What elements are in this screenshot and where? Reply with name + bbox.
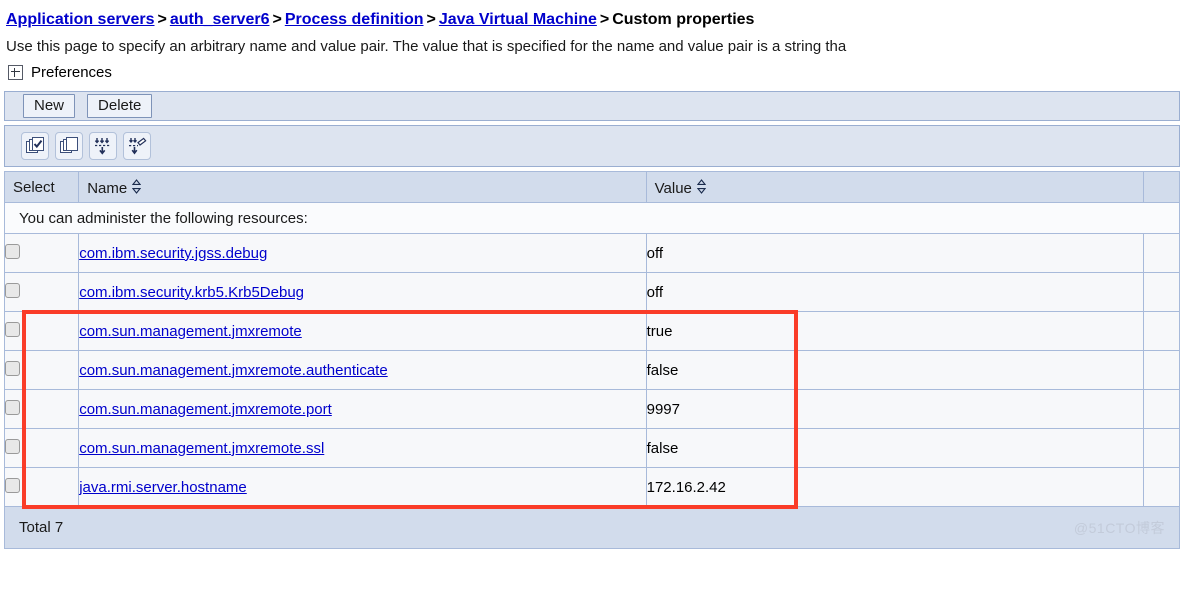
property-name-link[interactable]: java.rmi.server.hostname [79, 479, 247, 496]
row-select-cell [5, 234, 79, 273]
row-extra-cell [1143, 312, 1179, 351]
row-value-cell: false [646, 351, 1143, 390]
row-name-cell: com.sun.management.jmxremote [79, 312, 646, 351]
breadcrumb-item-1[interactable]: auth_server6 [170, 11, 270, 28]
admin-note-text: You can administer the following resourc… [5, 203, 1180, 234]
breadcrumb: Application servers>auth_server6>Process… [0, 0, 1184, 30]
row-extra-cell [1143, 234, 1179, 273]
deselect-all-icon[interactable] [55, 132, 83, 160]
table-row: java.rmi.server.hostname 172.16.2.42 [5, 468, 1180, 507]
column-header-select: Select [5, 172, 79, 203]
select-all-icon[interactable] [21, 132, 49, 160]
row-checkbox[interactable] [5, 283, 20, 298]
sort-toggle-icon[interactable] [697, 179, 706, 198]
property-name-link[interactable]: com.ibm.security.krb5.Krb5Debug [79, 284, 304, 301]
row-value-cell: false [646, 429, 1143, 468]
property-name-link[interactable]: com.sun.management.jmxremote.ssl [79, 440, 324, 457]
row-value-cell: off [646, 273, 1143, 312]
row-value-cell: true [646, 312, 1143, 351]
breadcrumb-item-4: Custom properties [612, 11, 754, 28]
row-extra-cell [1143, 273, 1179, 312]
action-button-bar: New Delete [4, 91, 1180, 121]
expand-plus-icon[interactable] [8, 65, 23, 80]
column-header-name-label: Name [87, 180, 127, 197]
table-total-bar: Total 7 @51CTO博客 [4, 507, 1180, 549]
row-checkbox[interactable] [5, 244, 20, 259]
table-row: com.sun.management.jmxremote.authenticat… [5, 351, 1180, 390]
custom-properties-table: Select Name Value You can administer the… [4, 171, 1180, 507]
column-header-value-label: Value [655, 180, 692, 197]
breadcrumb-separator: > [424, 11, 439, 28]
table-header-row: Select Name Value [5, 172, 1180, 203]
row-value-cell: off [646, 234, 1143, 273]
delete-button[interactable]: Delete [87, 94, 152, 118]
show-filter-row-icon[interactable] [89, 132, 117, 160]
row-checkbox[interactable] [5, 361, 20, 376]
preferences-label: Preferences [31, 64, 112, 81]
row-select-cell [5, 312, 79, 351]
page-description: Use this page to specify an arbitrary na… [0, 30, 1184, 56]
row-select-cell [5, 273, 79, 312]
table-row: com.ibm.security.jgss.debug off [5, 234, 1180, 273]
breadcrumb-item-0[interactable]: Application servers [6, 11, 155, 28]
breadcrumb-item-3[interactable]: Java Virtual Machine [439, 11, 597, 28]
row-name-cell: com.sun.management.jmxremote.ssl [79, 429, 646, 468]
admin-note-row: You can administer the following resourc… [5, 203, 1180, 234]
row-name-cell: com.sun.management.jmxremote.port [79, 390, 646, 429]
row-value-cell: 9997 [646, 390, 1143, 429]
row-value-cell: 172.16.2.42 [646, 468, 1143, 507]
row-extra-cell [1143, 351, 1179, 390]
property-name-link[interactable]: com.sun.management.jmxremote.port [79, 401, 332, 418]
row-name-cell: java.rmi.server.hostname [79, 468, 646, 507]
row-name-cell: com.sun.management.jmxremote.authenticat… [79, 351, 646, 390]
row-checkbox[interactable] [5, 322, 20, 337]
row-select-cell [5, 429, 79, 468]
row-select-cell [5, 390, 79, 429]
new-button[interactable]: New [23, 94, 75, 118]
row-extra-cell [1143, 390, 1179, 429]
row-extra-cell [1143, 468, 1179, 507]
row-checkbox[interactable] [5, 439, 20, 454]
clear-filter-row-icon[interactable] [123, 132, 151, 160]
breadcrumb-item-2[interactable]: Process definition [285, 11, 424, 28]
table-row: com.ibm.security.krb5.Krb5Debug off [5, 273, 1180, 312]
total-count-label: Total 7 [19, 519, 63, 536]
table-row: com.sun.management.jmxremote.port 9997 [5, 390, 1180, 429]
breadcrumb-separator: > [155, 11, 170, 28]
row-extra-cell [1143, 429, 1179, 468]
table-icon-bar [4, 125, 1180, 167]
table-row: com.sun.management.jmxremote.ssl false [5, 429, 1180, 468]
column-header-extra [1143, 172, 1179, 203]
row-select-cell [5, 468, 79, 507]
column-header-name[interactable]: Name [79, 172, 646, 203]
breadcrumb-separator: > [597, 11, 612, 28]
property-name-link[interactable]: com.ibm.security.jgss.debug [79, 245, 267, 262]
breadcrumb-separator: > [269, 11, 284, 28]
property-name-link[interactable]: com.sun.management.jmxremote [79, 323, 302, 340]
row-name-cell: com.ibm.security.jgss.debug [79, 234, 646, 273]
table-row: com.sun.management.jmxremote true [5, 312, 1180, 351]
column-header-value[interactable]: Value [646, 172, 1143, 203]
watermark: @51CTO博客 [1074, 518, 1165, 538]
sort-toggle-icon[interactable] [132, 179, 141, 198]
row-checkbox[interactable] [5, 400, 20, 415]
preferences-section[interactable]: Preferences [0, 56, 1184, 87]
row-name-cell: com.ibm.security.krb5.Krb5Debug [79, 273, 646, 312]
row-checkbox[interactable] [5, 478, 20, 493]
row-select-cell [5, 351, 79, 390]
property-name-link[interactable]: com.sun.management.jmxremote.authenticat… [79, 362, 388, 379]
